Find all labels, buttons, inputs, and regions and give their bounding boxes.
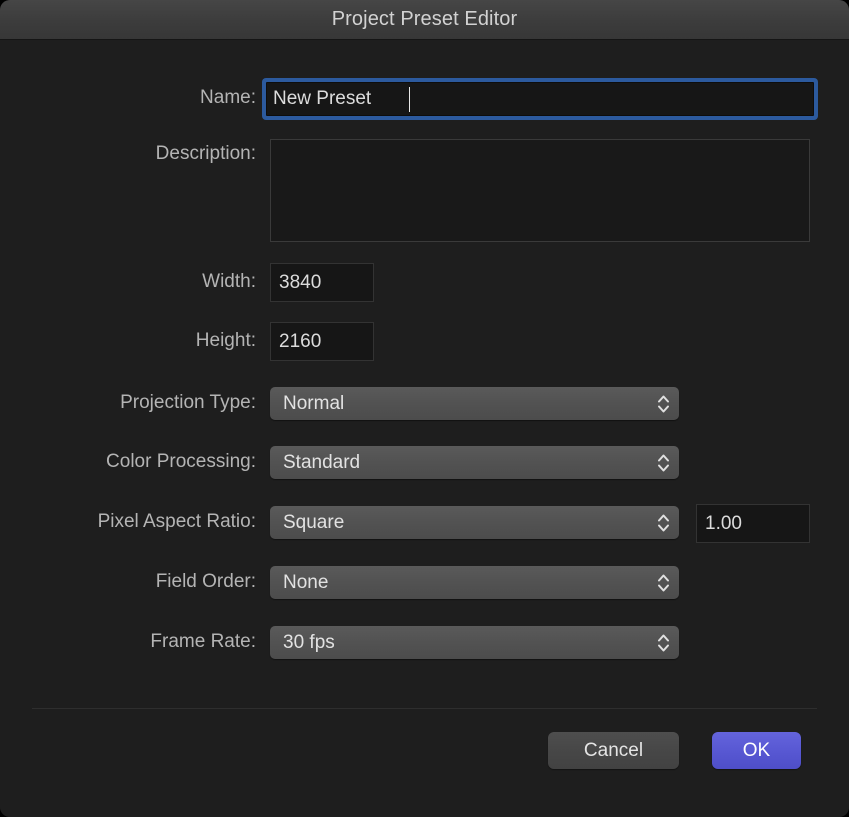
pixel-aspect-ratio-value: Square bbox=[283, 512, 345, 533]
field-order-label: Field Order: bbox=[155, 571, 256, 592]
row-name: Name: New Preset bbox=[0, 78, 849, 120]
dialog-titlebar[interactable]: Project Preset Editor bbox=[0, 0, 849, 40]
row-field-order: Field Order: None bbox=[0, 566, 849, 599]
field-order-value: None bbox=[283, 572, 329, 593]
color-processing-label: Color Processing: bbox=[106, 451, 256, 472]
color-processing-select[interactable]: Standard bbox=[270, 446, 679, 479]
width-label: Width: bbox=[202, 271, 256, 292]
row-height: Height: 2160 bbox=[0, 322, 849, 362]
frame-rate-select[interactable]: 30 fps bbox=[270, 626, 679, 659]
pixel-aspect-ratio-select[interactable]: Square bbox=[270, 506, 679, 539]
projection-type-select[interactable]: Normal bbox=[270, 387, 679, 420]
row-frame-rate: Frame Rate: 30 fps bbox=[0, 626, 849, 659]
chevron-up-down-icon bbox=[657, 393, 670, 414]
row-width: Width: 3840 bbox=[0, 263, 849, 303]
chevron-up-down-icon bbox=[657, 452, 670, 473]
pixel-aspect-ratio-label: Pixel Aspect Ratio: bbox=[97, 511, 256, 532]
projection-type-value: Normal bbox=[283, 393, 345, 414]
height-label: Height: bbox=[195, 330, 256, 351]
field-order-select[interactable]: None bbox=[270, 566, 679, 599]
name-label: Name: bbox=[200, 87, 256, 108]
color-processing-value: Standard bbox=[283, 452, 361, 473]
row-color-processing: Color Processing: Standard bbox=[0, 446, 849, 479]
chevron-up-down-icon bbox=[657, 632, 670, 653]
name-field-focus-ring: New Preset bbox=[262, 78, 818, 120]
footer-divider bbox=[32, 708, 817, 709]
description-input[interactable] bbox=[270, 139, 810, 242]
row-description: Description: bbox=[0, 139, 849, 244]
projection-type-label: Projection Type: bbox=[120, 392, 256, 413]
chevron-up-down-icon bbox=[657, 572, 670, 593]
name-input-value: New Preset bbox=[273, 88, 372, 109]
chevron-up-down-icon bbox=[657, 512, 670, 533]
frame-rate-label: Frame Rate: bbox=[150, 631, 256, 652]
height-input[interactable]: 2160 bbox=[270, 322, 374, 361]
cancel-button[interactable]: Cancel bbox=[548, 732, 679, 769]
width-input[interactable]: 3840 bbox=[270, 263, 374, 302]
text-caret bbox=[409, 87, 410, 112]
project-preset-editor-dialog: Project Preset Editor Name: New Preset D… bbox=[0, 0, 849, 817]
name-input[interactable]: New Preset bbox=[266, 82, 814, 116]
pixel-aspect-ratio-value-input[interactable]: 1.00 bbox=[696, 504, 810, 543]
dialog-title: Project Preset Editor bbox=[331, 8, 518, 30]
row-projection-type: Projection Type: Normal bbox=[0, 387, 849, 420]
dialog-content: Name: New Preset Description: Width: 384… bbox=[0, 41, 849, 817]
ok-button[interactable]: OK bbox=[712, 732, 801, 769]
frame-rate-value: 30 fps bbox=[283, 632, 335, 653]
row-pixel-aspect-ratio: Pixel Aspect Ratio: Square 1.00 bbox=[0, 504, 849, 546]
description-label: Description: bbox=[155, 143, 256, 164]
